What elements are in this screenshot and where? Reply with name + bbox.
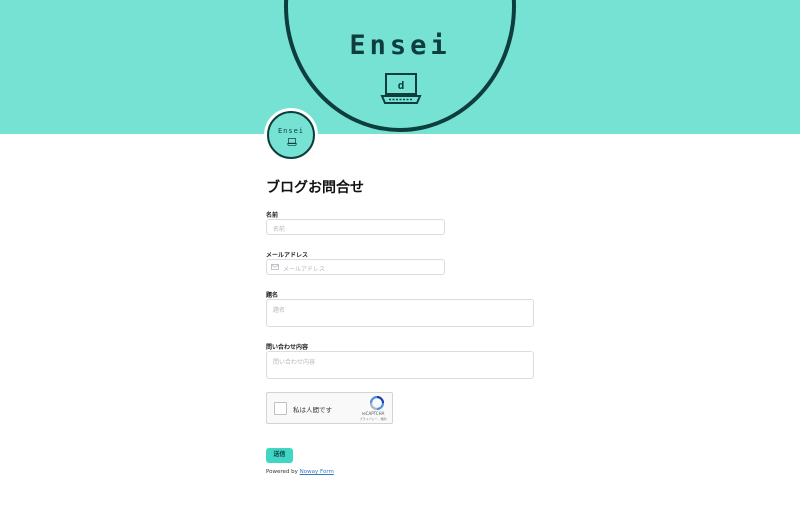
message-placeholder: 問い合わせ内容 [273,359,316,366]
banner-circle [284,0,516,132]
noway-form-link[interactable]: Noway Form [300,469,334,475]
name-placeholder: 名前 [273,226,286,233]
recaptcha-brand: reCAPTCHA [361,411,385,416]
recaptcha-widget: 私は人間です reCAPTCHA プライバシー - 規約 [266,392,393,424]
avatar: Ensei [264,108,318,162]
powered-by-prefix: Powered by [266,469,300,475]
subject-input[interactable]: 題名 [266,299,534,327]
name-input[interactable]: 名前 [266,219,445,235]
laptop-icon: d [380,73,422,104]
email-input[interactable]: メールアドレス [266,259,445,275]
message-label: 問い合わせ内容 [266,344,309,351]
svg-text:d: d [398,79,405,92]
message-textarea[interactable]: 問い合わせ内容 [266,351,534,379]
avatar-title: Ensei [277,127,305,135]
header-banner: Ensei d [0,0,800,134]
recaptcha-icon [370,396,384,410]
email-placeholder: メールアドレス [283,266,326,273]
submit-button[interactable]: 送信 [266,448,293,463]
email-label: メールアドレス [266,252,309,259]
recaptcha-links[interactable]: プライバシー - 規約 [353,417,393,421]
subject-label: 題名 [266,292,279,299]
name-label: 名前 [266,212,279,219]
recaptcha-checkbox[interactable] [274,402,287,415]
mail-icon [271,264,279,270]
subject-placeholder: 題名 [273,307,286,314]
page-title: ブログお問合せ [266,180,364,196]
banner-title: Ensei [349,30,451,61]
recaptcha-label: 私は人間です [293,406,332,414]
powered-by: Powered by Noway Form [266,469,334,475]
laptop-icon [287,138,297,146]
